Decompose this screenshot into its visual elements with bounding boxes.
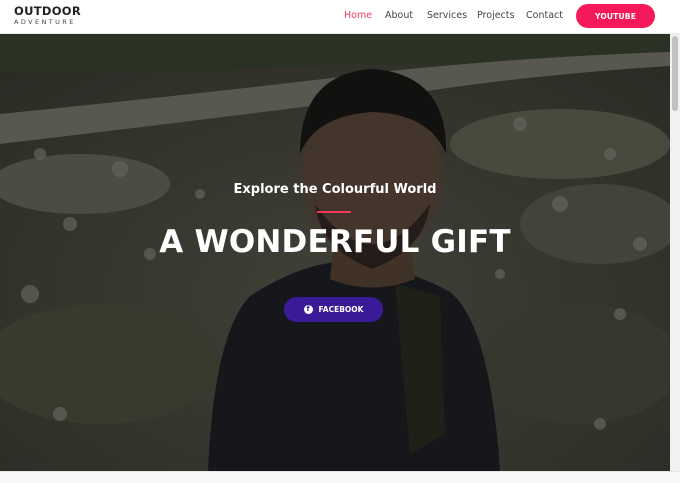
logo[interactable]: OUTDOOR ADVENTURE: [14, 5, 81, 27]
facebook-button-label: FACEBOOK: [318, 305, 364, 314]
facebook-icon: f: [303, 305, 313, 314]
hero-divider: [317, 211, 351, 213]
logo-subtitle: ADVENTURE: [14, 18, 76, 26]
nav-home[interactable]: Home: [344, 10, 372, 21]
nav-projects[interactable]: Projects: [477, 10, 514, 21]
hero-section: Explore the Colourful World A WONDERFUL …: [0, 34, 670, 471]
hero-subtitle: Explore the Colourful World: [233, 182, 437, 197]
facebook-button[interactable]: f FACEBOOK: [284, 297, 383, 322]
youtube-button[interactable]: YOUTUBE: [576, 4, 655, 28]
next-section-edge: [0, 471, 680, 483]
logo-title: OUTDOOR: [14, 4, 82, 18]
nav-about[interactable]: About: [385, 10, 413, 21]
nav-contact[interactable]: Contact: [526, 10, 563, 21]
nav-services[interactable]: Services: [427, 10, 467, 21]
scrollbar-thumb[interactable]: [672, 36, 678, 111]
page-scrollbar[interactable]: [670, 34, 680, 471]
site-header: OUTDOOR ADVENTURE Home About Services Pr…: [0, 0, 680, 34]
hero-title: A WONDERFUL GIFT: [159, 224, 511, 260]
